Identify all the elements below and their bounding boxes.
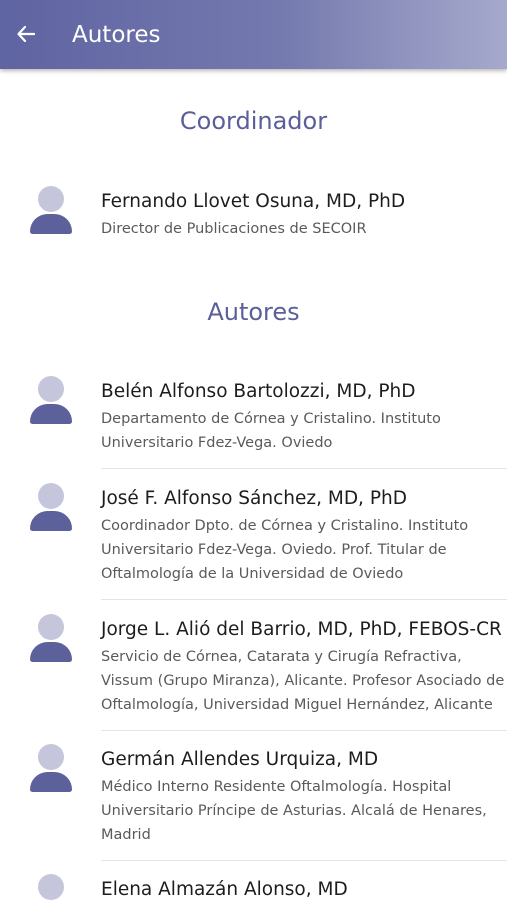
person-name: José F. Alfonso Sánchez, MD, PhD xyxy=(101,488,407,509)
avatar-head xyxy=(38,744,64,770)
avatar-head xyxy=(38,614,64,640)
description-line: Director de Publicaciones de SECOIR xyxy=(101,221,367,237)
person-description: Coordinador Dpto. de Córnea y Cristalino… xyxy=(101,514,501,586)
description-line: Médico Interno Residente Oftalmología. H… xyxy=(101,779,452,795)
avatar xyxy=(28,376,74,426)
arrow-left-icon xyxy=(17,26,35,42)
avatar xyxy=(28,483,74,533)
person-name: Elena Almazán Alonso, MD xyxy=(101,879,348,900)
avatar xyxy=(28,614,74,664)
avatar xyxy=(28,744,74,794)
description-line: Coordinador Dpto. de Córnea y Cristalino… xyxy=(101,518,469,534)
avatar-body xyxy=(30,642,72,662)
coordinator-section-title: Coordinador xyxy=(179,107,328,135)
description-line: Madrid xyxy=(101,827,151,843)
avatar-body xyxy=(30,511,72,531)
avatar-body xyxy=(30,772,72,792)
avatar xyxy=(28,874,74,900)
author-item[interactable]: Belén Alfonso Bartolozzi, MD, PhD Depart… xyxy=(0,376,507,469)
author-item[interactable]: Elena Almazán Alonso, MD xyxy=(0,874,507,900)
avatar xyxy=(28,186,74,236)
avatar-head xyxy=(38,186,64,212)
person-name: Germán Allendes Urquiza, MD xyxy=(101,749,379,770)
person-description: Director de Publicaciones de SECOIR xyxy=(101,217,501,241)
avatar-head xyxy=(38,483,64,509)
avatar-head xyxy=(38,874,64,900)
author-item[interactable]: Germán Allendes Urquiza, MD Médico Inter… xyxy=(0,744,507,861)
author-item[interactable]: Jorge L. Alió del Barrio, MD, PhD, FEBOS… xyxy=(0,614,507,731)
avatar-body xyxy=(30,404,72,424)
app-screen: Autores Coordinador Fernando Llovet Osun… xyxy=(0,0,507,900)
divider xyxy=(101,599,507,600)
author-item[interactable]: José F. Alfonso Sánchez, MD, PhD Coordin… xyxy=(0,483,507,600)
person-name: Belén Alfonso Bartolozzi, MD, PhD xyxy=(101,381,416,402)
page-title: Autores xyxy=(72,22,161,48)
divider xyxy=(101,730,507,731)
avatar-body xyxy=(30,214,72,234)
person-description: Servicio de Córnea, Catarata y Cirugía R… xyxy=(101,645,505,717)
description-line: Oftalmología de la Universidad de Oviedo xyxy=(101,566,404,582)
divider xyxy=(101,468,507,469)
description-line: Universitario Fdez-Vega. Oviedo xyxy=(101,435,333,451)
description-line: Universitario Príncipe de Asturias. Alca… xyxy=(101,803,487,819)
description-line: Servicio de Córnea, Catarata y Cirugía R… xyxy=(101,649,462,665)
divider xyxy=(101,860,507,861)
description-line: Vissum (Grupo Miranza), Alicante. Profes… xyxy=(101,673,505,689)
back-button[interactable] xyxy=(8,16,44,52)
app-bar: Autores xyxy=(0,0,507,69)
coordinator-item[interactable]: Fernando Llovet Osuna, MD, PhD Director … xyxy=(0,186,507,249)
person-name: Jorge L. Alió del Barrio, MD, PhD, FEBOS… xyxy=(101,619,502,640)
description-line: Universitario Fdez-Vega. Oviedo. Prof. T… xyxy=(101,542,447,558)
avatar-head xyxy=(38,376,64,402)
description-line: Departamento de Córnea y Cristalino. Ins… xyxy=(101,411,441,427)
authors-section-title: Autores xyxy=(207,298,300,326)
person-description: Médico Interno Residente Oftalmología. H… xyxy=(101,775,501,847)
description-line: Oftalmología, Universidad Miguel Hernánd… xyxy=(101,697,493,713)
person-name: Fernando Llovet Osuna, MD, PhD xyxy=(101,191,406,212)
person-description: Departamento de Córnea y Cristalino. Ins… xyxy=(101,407,501,455)
